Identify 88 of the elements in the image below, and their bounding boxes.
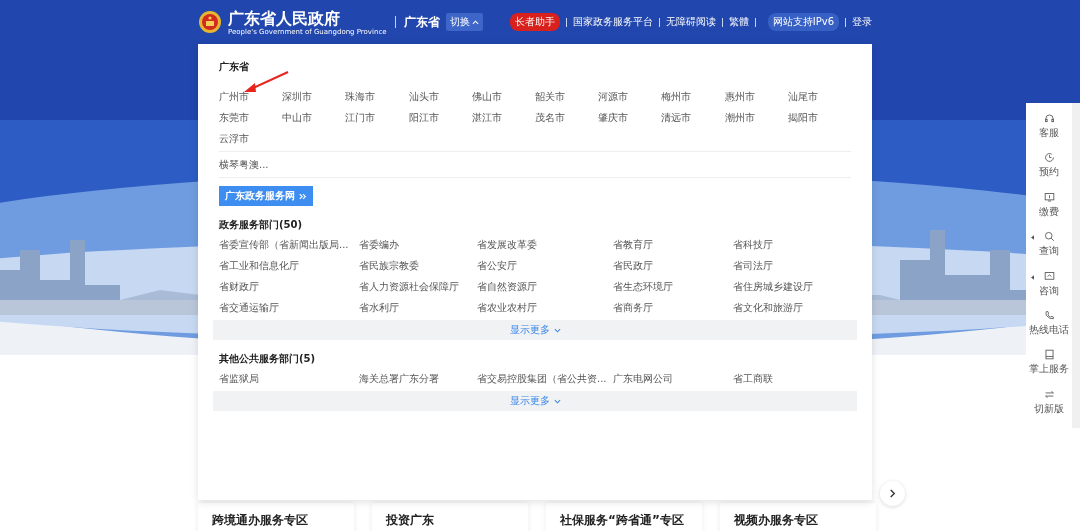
header-link[interactable]: 网站支持IPv6: [767, 13, 839, 31]
department-link[interactable]: 省教育厅: [613, 234, 733, 255]
header-link[interactable]: 登录: [852, 15, 872, 29]
department-link[interactable]: 省自然资源厅: [477, 276, 613, 297]
department-link[interactable]: 省监狱局: [219, 368, 359, 389]
department-link[interactable]: 省委宣传部（省新闻出版局...: [219, 234, 359, 255]
department-link[interactable]: 省民政厅: [613, 255, 733, 276]
header-link[interactable]: 长者助手: [509, 13, 560, 31]
chat-icon[interactable]: [1043, 270, 1055, 282]
tablet-icon[interactable]: [1043, 349, 1055, 361]
chevron-icon: [888, 489, 897, 498]
city-link[interactable]: 东莞市: [219, 107, 283, 128]
department-link[interactable]: 省科技厅: [733, 234, 850, 255]
emblem-icon: [198, 10, 222, 34]
city-link[interactable]: 珠海市: [345, 86, 409, 107]
city-link[interactable]: 广州市: [219, 86, 283, 107]
toolbar-label[interactable]: 预约: [1039, 165, 1059, 180]
toolbar-label[interactable]: 热线电话: [1029, 322, 1069, 337]
clock-icon[interactable]: [1043, 152, 1055, 164]
show-more-button[interactable]: 显示更多: [213, 391, 857, 411]
scrollbar[interactable]: [1072, 103, 1080, 428]
department-link[interactable]: 省发展改革委: [477, 234, 613, 255]
city-link[interactable]: 清远市: [661, 107, 725, 128]
city-link[interactable]: 深圳市: [282, 86, 346, 107]
department-link[interactable]: 省人力资源社会保障厅: [359, 276, 477, 297]
department-link[interactable]: 省交易控股集团（省公共资...: [477, 368, 613, 389]
city-link[interactable]: 惠州市: [724, 86, 788, 107]
section-title: 其他公共服务部门(5): [219, 352, 317, 366]
city-link[interactable]: 江门市: [345, 107, 409, 128]
department-link[interactable]: 省农业农村厅: [477, 297, 613, 318]
department-link[interactable]: 广东电网公司: [613, 368, 733, 389]
city-link[interactable]: 佛山市: [471, 86, 535, 107]
section-title: 广东省: [219, 60, 250, 74]
department-link[interactable]: 海关总署广东分署: [359, 368, 477, 389]
toolbar-label[interactable]: 缴费: [1039, 204, 1059, 219]
department-link[interactable]: 省文化和旅游厅: [733, 297, 850, 318]
search-icon[interactable]: [1043, 231, 1055, 243]
monitor-icon[interactable]: [1043, 191, 1055, 203]
region-link[interactable]: 横琴粤澳...: [219, 154, 851, 175]
city-link[interactable]: 汕头市: [408, 86, 472, 107]
city-link[interactable]: 河源市: [598, 86, 662, 107]
service-card[interactable]: 社保服务“跨省通”专区: [546, 503, 702, 531]
city-link[interactable]: 梅州市: [661, 86, 725, 107]
city-link[interactable]: 茂名市: [534, 107, 599, 128]
city-link[interactable]: 韶关市: [534, 86, 599, 107]
section-title: 政务服务部门(50): [219, 218, 304, 232]
department-link[interactable]: 省水利厅: [359, 297, 477, 318]
department-link[interactable]: 省司法厅: [733, 255, 850, 276]
department-link[interactable]: 省民族宗教委: [359, 255, 477, 276]
double-chevron-icon: [299, 192, 307, 200]
department-link[interactable]: 省财政厅: [219, 276, 359, 297]
toolbar-label[interactable]: 客服: [1039, 126, 1059, 140]
toolbar-label[interactable]: 咨询: [1039, 283, 1059, 298]
phone-icon[interactable]: [1043, 309, 1055, 321]
department-link[interactable]: 省商务厅: [613, 297, 733, 318]
city-link[interactable]: 汕尾市: [787, 86, 851, 107]
service-card[interactable]: 视频办服务专区: [720, 503, 876, 531]
region-label: 广东省: [403, 13, 440, 31]
service-card[interactable]: 跨境通办服务专区: [198, 503, 354, 531]
switch-button[interactable]: 切换: [445, 13, 483, 31]
city-link[interactable]: 肇庆市: [598, 107, 662, 128]
department-link[interactable]: 省交通运输厅: [219, 297, 359, 318]
city-link[interactable]: 揭阳市: [787, 107, 851, 128]
department-link[interactable]: 省委编办: [359, 234, 477, 255]
city-link[interactable]: 阳江市: [408, 107, 472, 128]
city-link[interactable]: 潮州市: [724, 107, 788, 128]
city-link[interactable]: 中山市: [282, 107, 346, 128]
show-more-button[interactable]: 显示更多: [213, 320, 857, 340]
department-link[interactable]: 省生态环境厅: [613, 276, 733, 297]
toolbar-label[interactable]: 切新版: [1034, 401, 1064, 416]
department-link[interactable]: 省住房城乡建设厅: [733, 276, 850, 297]
header-link[interactable]: 国家政务服务平台: [572, 15, 653, 29]
city-link[interactable]: 湛江市: [471, 107, 535, 128]
header-link[interactable]: 繁體: [728, 15, 749, 29]
department-link[interactable]: 省工商联: [733, 368, 850, 389]
header-link[interactable]: 无障碍阅读: [665, 15, 716, 29]
toolbar-label[interactable]: 查询: [1039, 244, 1059, 259]
department-link[interactable]: 省公安厅: [477, 255, 613, 276]
caret-icon: [471, 19, 479, 25]
site-title[interactable]: 广东省人民政府: [228, 8, 387, 28]
headset-icon[interactable]: [1043, 113, 1055, 124]
next-button[interactable]: [880, 481, 905, 506]
toolbar-label[interactable]: 掌上服务: [1029, 362, 1069, 377]
caret-icon: [553, 398, 561, 404]
city-link[interactable]: 云浮市: [219, 128, 283, 149]
caret-icon: [553, 327, 561, 333]
service-card[interactable]: 投资广东: [372, 503, 528, 531]
department-link[interactable]: 省工业和信息化厅: [219, 255, 359, 276]
